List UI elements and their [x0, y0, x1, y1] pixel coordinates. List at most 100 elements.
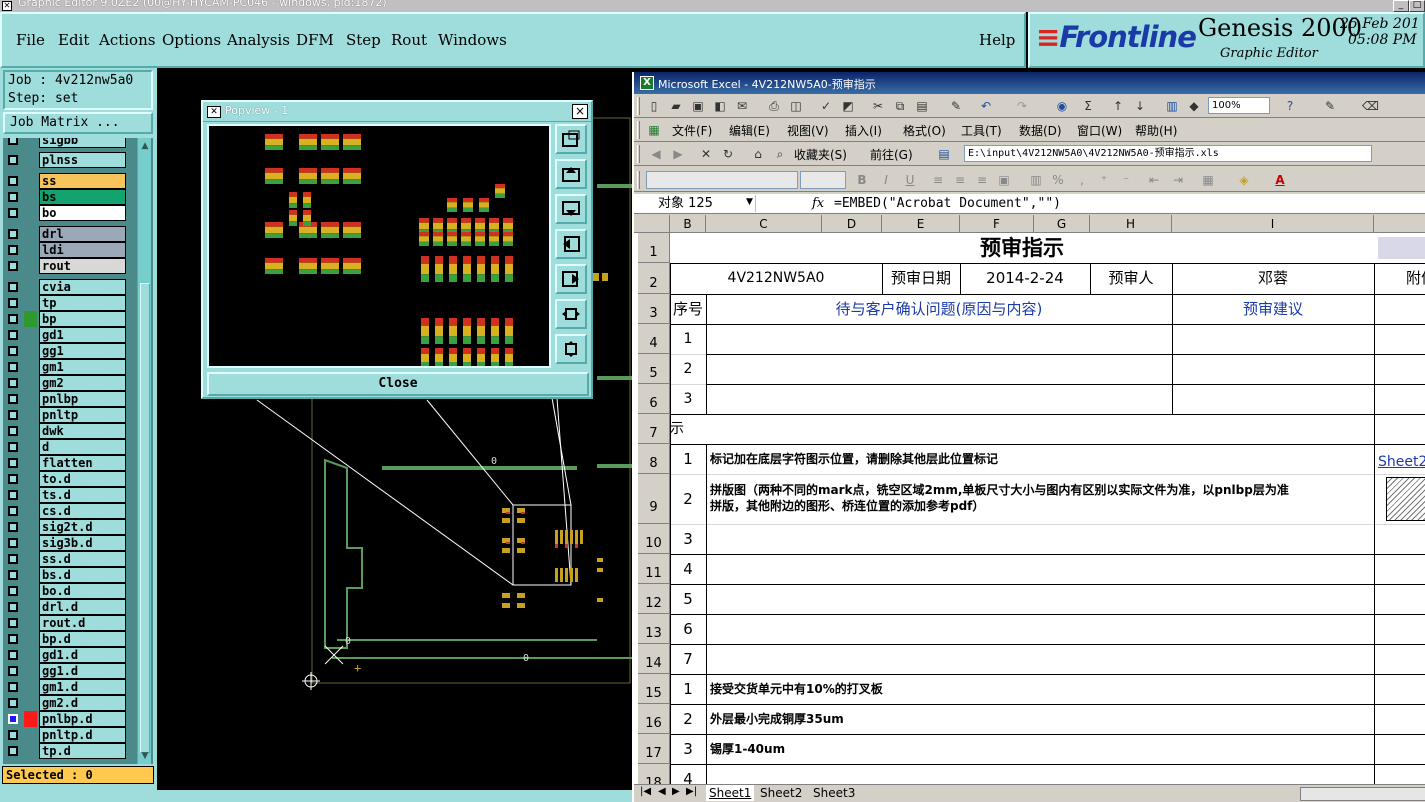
instruction-text[interactable]: 外层最小完成铜厚35um	[710, 704, 1370, 734]
layer-checkbox[interactable]	[8, 474, 18, 484]
reviewer-cell[interactable]: 邓蓉	[1172, 263, 1374, 294]
tab-sheet3[interactable]: Sheet3	[810, 785, 858, 801]
instruction-number[interactable]: 2	[670, 704, 706, 734]
layer-name[interactable]: bo	[39, 205, 126, 221]
layer-checkbox[interactable]	[8, 730, 18, 740]
embedded-button[interactable]	[1378, 237, 1425, 259]
layer-color-swatch[interactable]	[24, 423, 37, 439]
instruction-number[interactable]: 1	[670, 674, 706, 704]
favorites-menu[interactable]: 收藏夹(S)	[794, 146, 847, 163]
column-header[interactable]: C	[706, 215, 822, 233]
align-center-icon[interactable]: ≡	[952, 172, 968, 188]
maximize-button[interactable]: □	[1409, 0, 1425, 12]
row-header[interactable]: 13	[638, 614, 670, 644]
save-icon[interactable]: ▣	[690, 98, 706, 114]
tab-sheet2[interactable]: Sheet2	[757, 785, 805, 801]
layer-row[interactable]: rout	[3, 258, 127, 274]
column-header[interactable]: E	[882, 215, 960, 233]
layer-name[interactable]: cvia	[39, 279, 126, 295]
cut-icon[interactable]: ✂	[870, 98, 886, 114]
layer-checkbox[interactable]	[8, 650, 18, 660]
menu-file-cn[interactable]: 文件(F)	[672, 122, 712, 139]
refresh-icon[interactable]: ↻	[720, 146, 736, 162]
layer-name[interactable]: tp	[39, 295, 126, 311]
italic-icon[interactable]: I	[878, 172, 894, 188]
layer-row[interactable]: pnlbp	[3, 391, 127, 407]
address-field[interactable]: E:\input\4V212NW5A0\4V212NW5A0-预审指示.xls	[964, 145, 1372, 162]
layer-color-swatch[interactable]	[24, 519, 37, 535]
layer-color-swatch[interactable]	[24, 455, 37, 471]
layer-checkbox[interactable]	[8, 746, 18, 756]
layer-checkbox[interactable]	[8, 666, 18, 676]
layer-checkbox[interactable]	[8, 522, 18, 532]
layer-color-swatch[interactable]	[24, 487, 37, 503]
attachment-label[interactable]: 附件	[1378, 263, 1425, 294]
bold-icon[interactable]: B	[854, 172, 870, 188]
hyperlink-icon[interactable]: ◉	[1054, 98, 1070, 114]
sort-asc-icon[interactable]: ↑	[1110, 98, 1126, 114]
print-preview-icon[interactable]: ◫	[788, 98, 804, 114]
layer-row[interactable]: bp	[3, 311, 127, 327]
layer-color-swatch[interactable]	[24, 205, 37, 221]
layer-checkbox[interactable]	[8, 176, 18, 186]
layer-row[interactable]: drl.d	[3, 599, 127, 615]
layer-color-swatch[interactable]	[24, 471, 37, 487]
menu-format-cn[interactable]: 格式(O)	[903, 122, 946, 139]
menu-rout[interactable]: Rout	[391, 31, 427, 49]
row-header[interactable]: 11	[638, 554, 670, 584]
zoom-select[interactable]: 100%	[1208, 97, 1270, 114]
research-icon[interactable]: ◩	[840, 98, 856, 114]
pan-right-icon[interactable]	[555, 264, 587, 294]
layer-row[interactable]: d	[3, 439, 127, 455]
layer-color-swatch[interactable]	[24, 679, 37, 695]
first-sheet-icon[interactable]: |◀	[640, 786, 651, 797]
sort-desc-icon[interactable]: ↓	[1132, 98, 1148, 114]
layer-name[interactable]: gg1.d	[39, 663, 126, 679]
zoom-home-icon[interactable]	[555, 124, 587, 154]
layer-checkbox[interactable]	[8, 282, 18, 292]
layer-name[interactable]: ss.d	[39, 551, 126, 567]
layer-checkbox[interactable]	[8, 634, 18, 644]
popview-close-icon[interactable]: ×	[572, 104, 588, 119]
layer-row[interactable]: drl	[3, 226, 127, 242]
email-icon[interactable]: ✉	[734, 98, 750, 114]
popview-close-button[interactable]: Close	[207, 372, 589, 396]
layer-color-swatch[interactable]	[24, 407, 37, 423]
layer-checkbox[interactable]	[8, 314, 18, 324]
layer-scrollbar[interactable]: ▲ ▼	[137, 138, 151, 764]
row-header[interactable]: 7	[638, 414, 670, 444]
layer-color-swatch[interactable]	[24, 343, 37, 359]
back-icon[interactable]: ◀	[648, 146, 664, 162]
instruction-number[interactable]: 5	[670, 584, 706, 614]
layer-checkbox[interactable]	[8, 346, 18, 356]
layer-name[interactable]: bo.d	[39, 583, 126, 599]
layer-color-swatch[interactable]	[24, 631, 37, 647]
menu-options[interactable]: Options	[162, 31, 221, 49]
minimize-button[interactable]: _	[1393, 0, 1409, 12]
row-header[interactable]: 14	[638, 644, 670, 674]
layer-checkbox[interactable]	[8, 261, 18, 271]
layer-color-swatch[interactable]	[24, 295, 37, 311]
layer-color-swatch[interactable]	[24, 173, 37, 189]
layer-name[interactable]: gd1.d	[39, 647, 126, 663]
sheet2-link[interactable]: Sheet2	[1378, 444, 1425, 474]
layer-name[interactable]: flatten	[39, 455, 126, 471]
layer-name[interactable]: bs	[39, 189, 126, 205]
instruction-number[interactable]: 7	[670, 644, 706, 674]
row-header[interactable]: 12	[638, 584, 670, 614]
align-right-icon[interactable]: ≡	[974, 172, 990, 188]
row-header[interactable]: 17	[638, 734, 670, 764]
layer-name[interactable]: pnltp.d	[39, 727, 126, 743]
layer-color-swatch[interactable]	[24, 615, 37, 631]
layer-checkbox[interactable]	[8, 362, 18, 372]
column-header[interactable]: B	[670, 215, 706, 233]
name-box[interactable]: 对象 125	[636, 195, 756, 212]
layer-color-swatch[interactable]	[24, 391, 37, 407]
font-size-select[interactable]	[800, 171, 846, 189]
drawing-icon[interactable]: ◆	[1186, 98, 1202, 114]
layer-name[interactable]: drl.d	[39, 599, 126, 615]
layer-color-swatch[interactable]	[24, 663, 37, 679]
layer-row[interactable]: sigbb	[3, 138, 127, 148]
menu-help-cn[interactable]: 帮助(H)	[1135, 122, 1177, 139]
layer-row[interactable]: dwk	[3, 423, 127, 439]
